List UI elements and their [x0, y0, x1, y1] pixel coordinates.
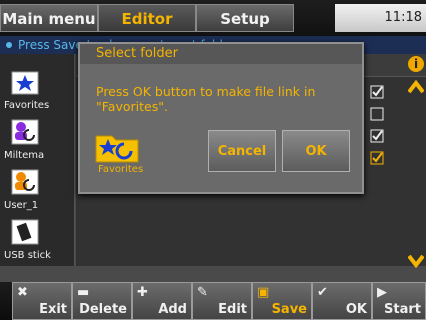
sidebar-item-favorites[interactable]: Favorites: [4, 66, 72, 111]
save-icon: ▣: [257, 285, 270, 300]
info-icon[interactable]: i: [408, 56, 424, 72]
clock: 11:18: [335, 4, 426, 32]
tab-main-menu[interactable]: Main menu: [0, 4, 98, 32]
minus-icon: ▬: [77, 285, 90, 300]
checkbox-checked-icon[interactable]: [370, 129, 384, 143]
sidebar-item-label: User_1: [4, 200, 39, 211]
start-button[interactable]: ▶ Start: [372, 282, 426, 320]
tab-bar: Main menu Editor Setup 11:18: [0, 0, 426, 36]
save-label: Save: [271, 302, 307, 317]
delete-button[interactable]: ▬ Delete: [72, 282, 132, 320]
ok-label: OK: [345, 302, 367, 317]
hint-bullet-icon: [6, 42, 12, 48]
edit-label: Edit: [218, 302, 247, 317]
user-folder-icon: [11, 169, 39, 195]
sidebar: Favorites Miltema User_1 USB stick: [0, 54, 75, 266]
sidebar-item-usb-stick[interactable]: USB stick: [4, 216, 72, 261]
exit-button[interactable]: ✖ Exit: [12, 282, 72, 320]
star-folder-icon: [11, 71, 39, 95]
tab-setup[interactable]: Setup: [196, 4, 294, 32]
user-folder-icon: [11, 119, 39, 145]
dialog-message: Press OK button to make file link in "Fa…: [96, 84, 316, 114]
favorites-target: Favorites: [94, 130, 170, 175]
pencil-icon: ✎: [197, 285, 208, 300]
cancel-button[interactable]: Cancel: [208, 130, 276, 172]
sidebar-item-miltema[interactable]: Miltema: [4, 116, 72, 161]
edit-button[interactable]: ✎ Edit: [192, 282, 252, 320]
sidebar-item-user-1[interactable]: User_1: [4, 166, 72, 211]
sidebar-item-label: USB stick: [4, 250, 51, 261]
usb-icon: [11, 219, 39, 245]
favorites-label: Favorites: [98, 164, 144, 175]
ok-button[interactable]: OK: [282, 130, 350, 172]
select-folder-dialog: Select folder Press OK button to make fi…: [78, 42, 364, 194]
bottom-toolbar: ✖ Exit ▬ Delete ✚ Add ✎ Edit ▣ Save ✔ OK…: [0, 282, 426, 320]
delete-label: Delete: [79, 302, 127, 317]
add-label: Add: [158, 302, 187, 317]
scroll-down-icon[interactable]: [408, 254, 424, 268]
sidebar-item-label: Miltema: [4, 150, 45, 161]
play-icon: ▶: [377, 285, 387, 300]
ok-toolbar-button[interactable]: ✔ OK: [312, 282, 372, 320]
sidebar-item-label: Favorites: [4, 100, 50, 111]
dialog-title: Select folder: [80, 44, 362, 64]
scroll-up-icon[interactable]: [408, 80, 424, 94]
start-label: Start: [384, 302, 421, 317]
plus-icon: ✚: [137, 285, 148, 300]
star-folder-icon: [95, 135, 139, 163]
exit-label: Exit: [39, 302, 67, 317]
checkbox-empty-icon[interactable]: [370, 107, 384, 121]
tab-editor[interactable]: Editor: [98, 4, 196, 32]
checkmark-icon: ✔: [317, 285, 328, 300]
save-button[interactable]: ▣ Save: [252, 282, 312, 320]
checkbox-checked-icon[interactable]: [370, 85, 384, 99]
close-icon: ✖: [17, 285, 28, 300]
add-button[interactable]: ✚ Add: [132, 282, 192, 320]
checkbox-checked-icon[interactable]: [370, 151, 384, 165]
